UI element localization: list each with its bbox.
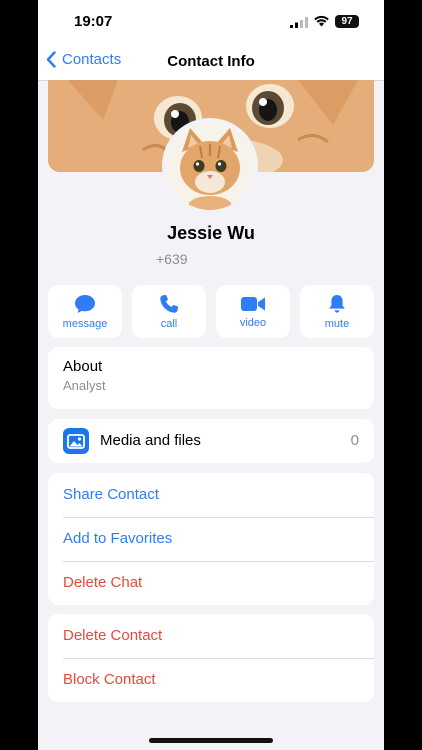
- share-contact-button[interactable]: Share Contact: [48, 473, 374, 517]
- add-to-favorites-button[interactable]: Add to Favorites: [48, 517, 374, 561]
- destructive-options-group: Delete Contact Block Contact: [48, 614, 374, 702]
- phone-icon: [160, 294, 178, 313]
- status-time: 19:07: [74, 13, 113, 30]
- cat-avatar-photo: [166, 122, 254, 210]
- about-title: About: [63, 358, 103, 375]
- call-button[interactable]: call: [132, 285, 206, 338]
- delete-chat-button[interactable]: Delete Chat: [48, 561, 374, 605]
- contact-options-group: Share Contact Add to Favorites Delete Ch…: [48, 473, 374, 605]
- message-button-label: message: [62, 317, 108, 330]
- delete-contact-button[interactable]: Delete Contact: [48, 614, 374, 658]
- avatar[interactable]: [162, 118, 258, 214]
- message-button[interactable]: message: [48, 285, 122, 338]
- delete-chat-label: Delete Chat: [63, 574, 143, 591]
- mute-button-label: mute: [324, 317, 350, 330]
- cellular-signal-icon: [290, 17, 308, 28]
- contact-name: Jessie Wu: [167, 223, 255, 243]
- block-contact-label: Block Contact: [63, 671, 156, 688]
- about-card[interactable]: About Analyst: [48, 347, 374, 409]
- wifi-icon: [314, 15, 329, 27]
- battery-indicator: 97: [335, 15, 359, 28]
- contact-info-screen: 19:07 97 Contacts Contact Info Jessie Wu…: [38, 0, 384, 750]
- about-value: Analyst: [63, 378, 106, 393]
- photo-icon: [63, 428, 89, 454]
- media-and-files-row[interactable]: Media and files 0: [48, 419, 374, 463]
- media-and-files-label: Media and files: [100, 432, 201, 449]
- navigation-bar: Contacts Contact Info: [38, 44, 384, 81]
- video-button-label: video: [239, 316, 267, 329]
- media-count: 0: [350, 432, 359, 449]
- contact-phone[interactable]: +639: [156, 251, 188, 267]
- share-contact-label: Share Contact: [63, 486, 159, 503]
- bell-icon: [329, 294, 345, 313]
- block-contact-button[interactable]: Block Contact: [48, 658, 374, 702]
- video-button[interactable]: video: [216, 285, 290, 338]
- page-title: Contact Info: [167, 53, 255, 70]
- add-to-favorites-label: Add to Favorites: [63, 530, 173, 547]
- status-bar: 19:07 97: [38, 0, 384, 44]
- home-indicator[interactable]: [149, 738, 273, 743]
- contact-action-bar: message call video mute: [48, 285, 374, 338]
- mute-button[interactable]: mute: [300, 285, 374, 338]
- delete-contact-label: Delete Contact: [63, 627, 163, 644]
- message-icon: [75, 294, 95, 313]
- video-icon: [241, 296, 265, 311]
- call-button-label: call: [160, 317, 178, 330]
